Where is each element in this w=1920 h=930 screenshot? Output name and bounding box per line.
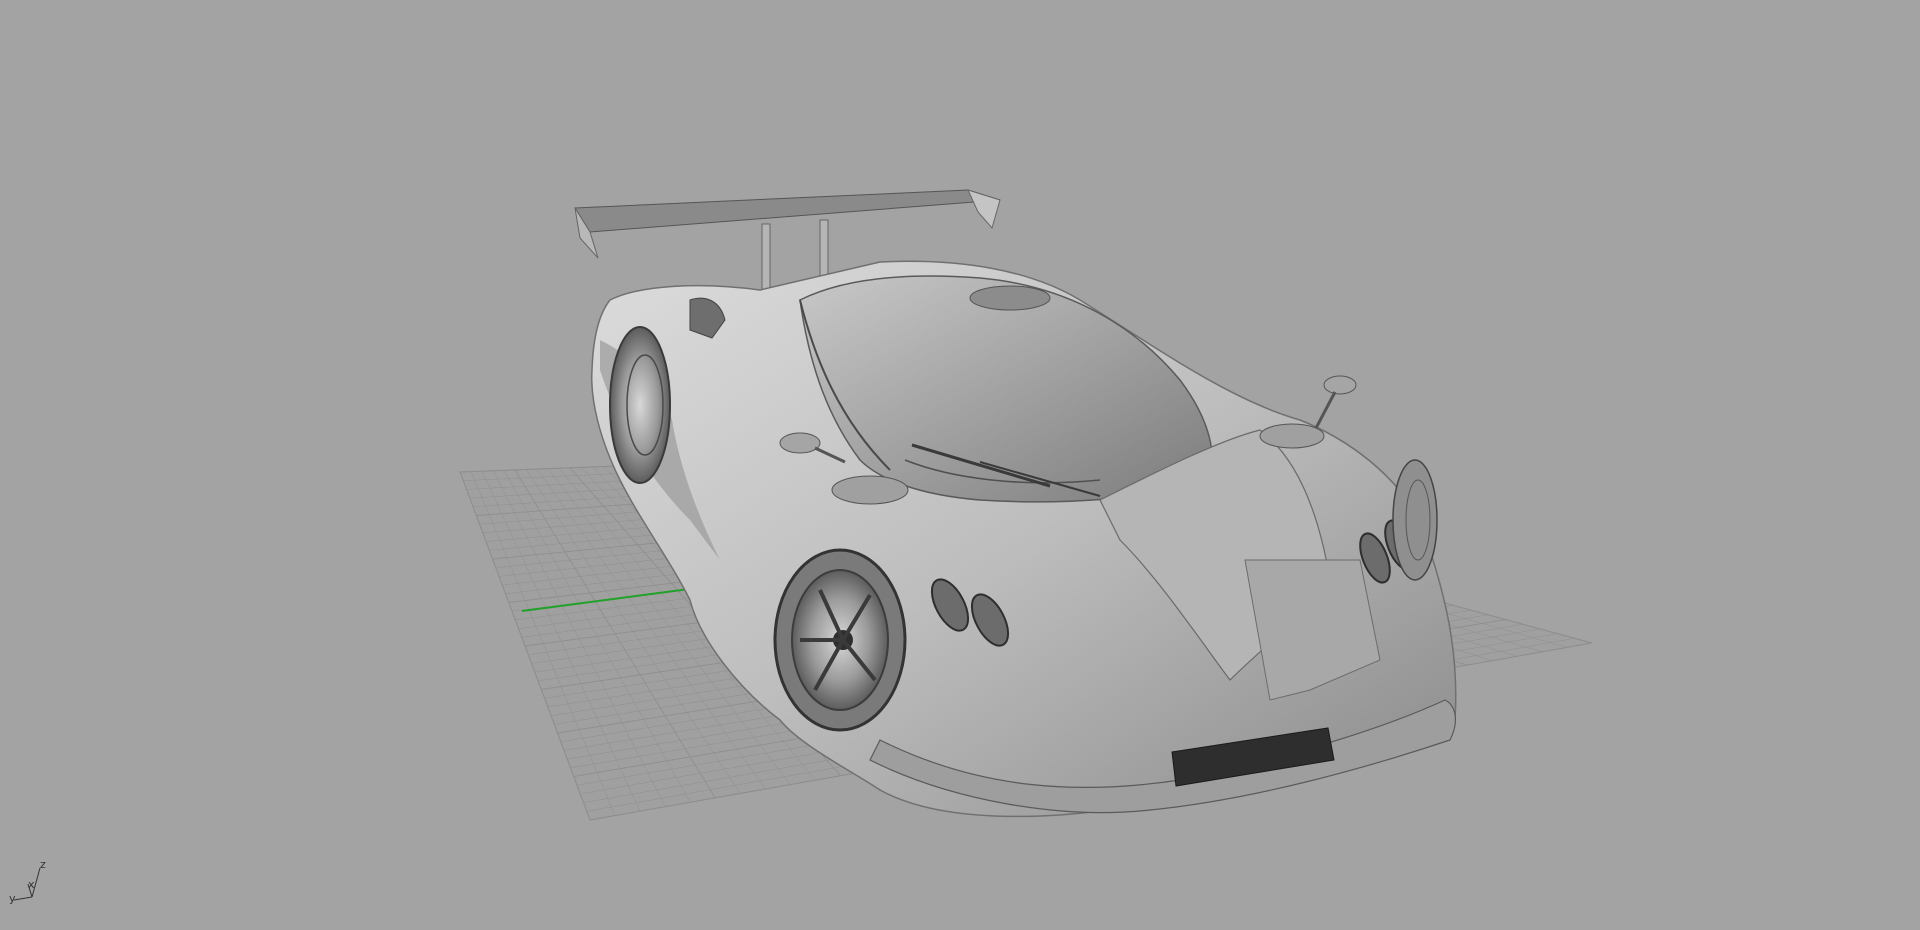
right-front-wheel [1392,459,1438,581]
front-wheel [773,548,907,732]
axis-z-label: z [40,858,46,871]
axis-x-label: x [28,878,35,891]
viewport-canvas[interactable]: z x y [0,0,1920,930]
right-hood-vent [1259,423,1325,449]
axis-y-label: y [9,892,16,905]
axis-triad: z x y [9,858,46,905]
3d-viewport[interactable]: z x y [0,0,1920,930]
right-mirror [1313,375,1357,431]
rear-wheel [609,326,671,484]
roof-scoop [969,285,1051,311]
left-hood-vent [831,475,909,505]
